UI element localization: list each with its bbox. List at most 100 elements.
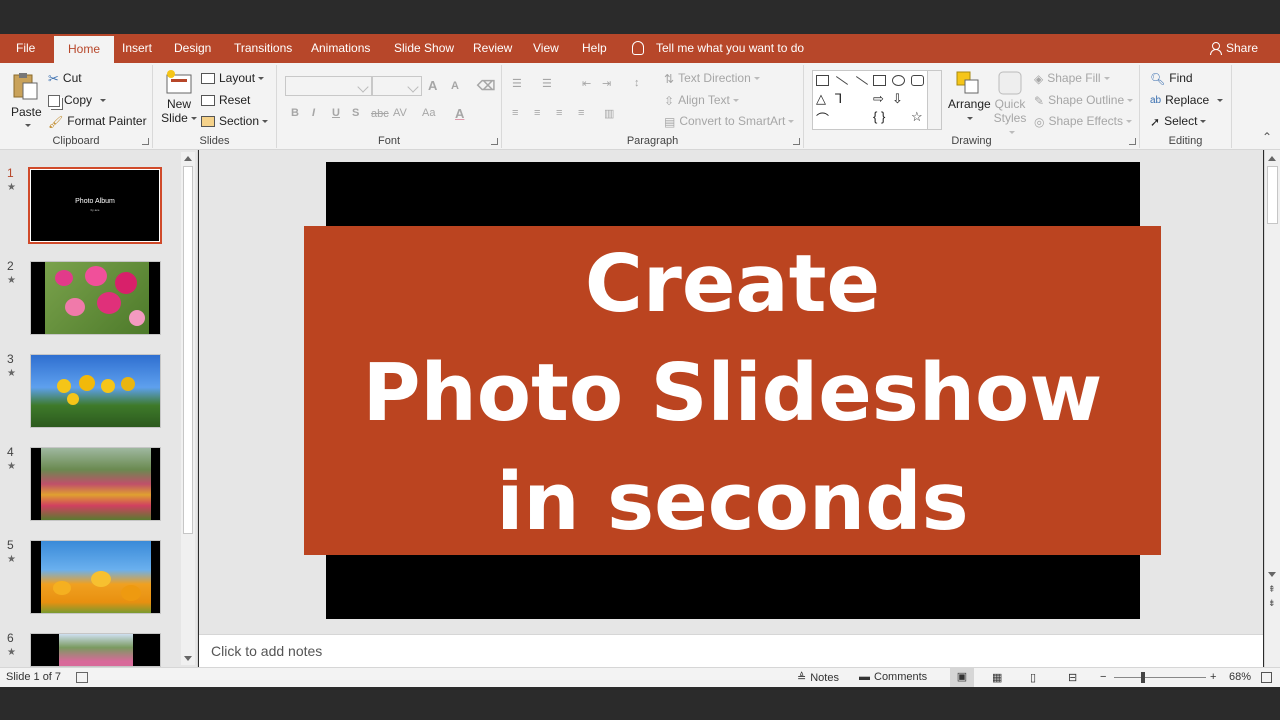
- scroll-up-icon[interactable]: [184, 156, 192, 161]
- line-spacing-icon[interactable]: ↕: [634, 77, 640, 89]
- change-case-button[interactable]: Aa: [422, 107, 435, 119]
- quick-styles-button[interactable]: Quick Styles: [990, 69, 1030, 135]
- shape-effects-button[interactable]: ◎ Shape Effects: [1034, 111, 1132, 131]
- tab-transitions[interactable]: Transitions: [234, 34, 292, 63]
- increase-indent-icon[interactable]: ⇥: [602, 77, 611, 90]
- shape-outline-button[interactable]: ✎ Shape Outline: [1034, 90, 1134, 110]
- share-button[interactable]: Share: [1209, 34, 1258, 63]
- font-size-field[interactable]: [372, 76, 422, 96]
- slide-thumbnail-4[interactable]: [30, 447, 161, 521]
- slide-scrollbar[interactable]: ⇞ ⇟: [1264, 150, 1280, 667]
- format-painter-button[interactable]: 🖌 Format Painter: [48, 111, 147, 131]
- rounded-rectangle-shape-icon[interactable]: [911, 75, 924, 86]
- previous-slide-icon[interactable]: ⇞: [1268, 584, 1276, 595]
- scroll-down-icon[interactable]: [1268, 572, 1276, 577]
- paragraph-launcher-icon[interactable]: [793, 138, 800, 145]
- comments-toggle-button[interactable]: ▬ Comments: [859, 671, 927, 683]
- collapse-ribbon-icon[interactable]: ⌃: [1262, 130, 1272, 144]
- notes-toggle-button[interactable]: ≜ Notes: [797, 671, 839, 684]
- zoom-in-icon[interactable]: +: [1210, 671, 1216, 683]
- tab-home[interactable]: Home: [54, 36, 115, 63]
- font-name-field[interactable]: [285, 76, 372, 96]
- layout-button[interactable]: Layout: [201, 68, 265, 88]
- italic-button[interactable]: I: [312, 107, 315, 119]
- normal-view-icon[interactable]: ▣: [950, 668, 974, 687]
- clear-formatting-icon[interactable]: ⌫: [477, 78, 495, 94]
- font-launcher-icon[interactable]: [491, 138, 498, 145]
- thumbnail-scrollbar[interactable]: [181, 152, 195, 665]
- star-shape-icon[interactable]: ☆: [911, 109, 923, 125]
- reading-view-icon[interactable]: ▯: [1030, 671, 1036, 684]
- shapes-gallery-scroll[interactable]: [927, 71, 941, 129]
- section-button[interactable]: Section: [201, 111, 269, 131]
- tab-review[interactable]: Review: [473, 34, 512, 63]
- decrease-indent-icon[interactable]: ⇤: [582, 77, 591, 90]
- columns-icon[interactable]: ▥: [604, 107, 614, 120]
- shrink-font-icon[interactable]: A: [451, 80, 459, 92]
- slide-thumbnail-2[interactable]: [30, 261, 161, 335]
- grow-font-icon[interactable]: A: [428, 78, 437, 93]
- underline-button[interactable]: U: [332, 107, 340, 119]
- tab-design[interactable]: Design: [174, 34, 211, 63]
- align-center-icon[interactable]: ≡: [534, 107, 540, 119]
- reset-button[interactable]: Reset: [201, 90, 250, 110]
- font-color-icon[interactable]: A: [455, 106, 464, 121]
- convert-smartart-button[interactable]: ▤ Convert to SmartArt: [664, 111, 795, 131]
- character-spacing-button[interactable]: AV: [393, 107, 407, 119]
- align-left-icon[interactable]: ≡: [512, 107, 518, 119]
- strikethrough-button[interactable]: abc: [371, 108, 389, 120]
- slide-thumbnail-1[interactable]: Photo Album by ace: [28, 167, 162, 244]
- slideshow-view-icon[interactable]: ⊟: [1068, 671, 1077, 684]
- down-arrow-shape-icon[interactable]: ⇩: [892, 91, 903, 107]
- tab-view[interactable]: View: [533, 34, 559, 63]
- oval-shape-icon[interactable]: [892, 75, 905, 86]
- slide-thumbnail-5[interactable]: [30, 540, 161, 614]
- triangle-shape-icon[interactable]: △: [816, 91, 826, 107]
- align-right-icon[interactable]: ≡: [556, 107, 562, 119]
- elbow-connector-shape-icon[interactable]: ⅂: [835, 91, 842, 107]
- arrange-button[interactable]: Arrange: [948, 69, 991, 131]
- fit-to-window-icon[interactable]: [1261, 672, 1272, 683]
- clipboard-launcher-icon[interactable]: [142, 138, 149, 145]
- zoom-level[interactable]: 68%: [1229, 671, 1251, 683]
- replace-button[interactable]: ab Replace: [1150, 90, 1224, 110]
- textbox-shape-icon[interactable]: [816, 75, 829, 86]
- rectangle-shape-icon[interactable]: [873, 75, 886, 86]
- tab-slide-show[interactable]: Slide Show: [394, 34, 454, 63]
- slide-sorter-icon[interactable]: ▦: [992, 671, 1002, 684]
- tell-me-search[interactable]: Tell me what you want to do: [632, 34, 804, 63]
- tab-animations[interactable]: Animations: [311, 34, 370, 63]
- slide-thumbnail-3[interactable]: [30, 354, 161, 428]
- text-direction-button[interactable]: ⇅ Text Direction: [664, 68, 760, 88]
- zoom-slider[interactable]: [1114, 672, 1206, 683]
- select-button[interactable]: ➚ Select: [1150, 111, 1207, 131]
- justify-icon[interactable]: ≡: [578, 107, 584, 119]
- cut-button[interactable]: ✂ Cut: [48, 68, 82, 88]
- line-shape-icon[interactable]: [835, 76, 849, 85]
- zoom-slider-handle[interactable]: [1141, 672, 1145, 683]
- drawing-launcher-icon[interactable]: [1129, 138, 1136, 145]
- find-button[interactable]: 🔍︎ Find: [1150, 68, 1193, 88]
- paste-button[interactable]: Paste: [8, 69, 42, 133]
- notes-pane[interactable]: Click to add notes: [199, 634, 1263, 667]
- scroll-down-icon[interactable]: [184, 656, 192, 661]
- bold-button[interactable]: B: [291, 107, 299, 119]
- copy-button[interactable]: Copy: [48, 90, 107, 110]
- curve-shape-icon[interactable]: ⌒: [816, 109, 829, 128]
- brace-shape-icon[interactable]: { }: [873, 109, 885, 124]
- new-slide-button[interactable]: New Slide: [161, 69, 197, 135]
- thumbnail-scroll-thumb[interactable]: [183, 166, 193, 534]
- scroll-up-icon[interactable]: [1268, 156, 1276, 161]
- numbering-icon[interactable]: ☰: [542, 77, 552, 90]
- next-slide-icon[interactable]: ⇟: [1268, 598, 1276, 609]
- bullets-icon[interactable]: ☰: [512, 77, 522, 90]
- slide-scroll-thumb[interactable]: [1267, 166, 1278, 224]
- slide-thumbnail-6[interactable]: [30, 633, 161, 667]
- tab-insert[interactable]: Insert: [122, 34, 152, 63]
- tab-help[interactable]: Help: [582, 34, 607, 63]
- align-text-button[interactable]: ⇳ Align Text: [664, 90, 739, 110]
- shadow-button[interactable]: S: [352, 107, 359, 119]
- spelling-check-icon[interactable]: [76, 672, 88, 683]
- shapes-gallery[interactable]: △ ⅂ ⇨ ⇩ ⌒ { } ☆: [812, 70, 942, 130]
- tab-file[interactable]: File: [16, 34, 35, 63]
